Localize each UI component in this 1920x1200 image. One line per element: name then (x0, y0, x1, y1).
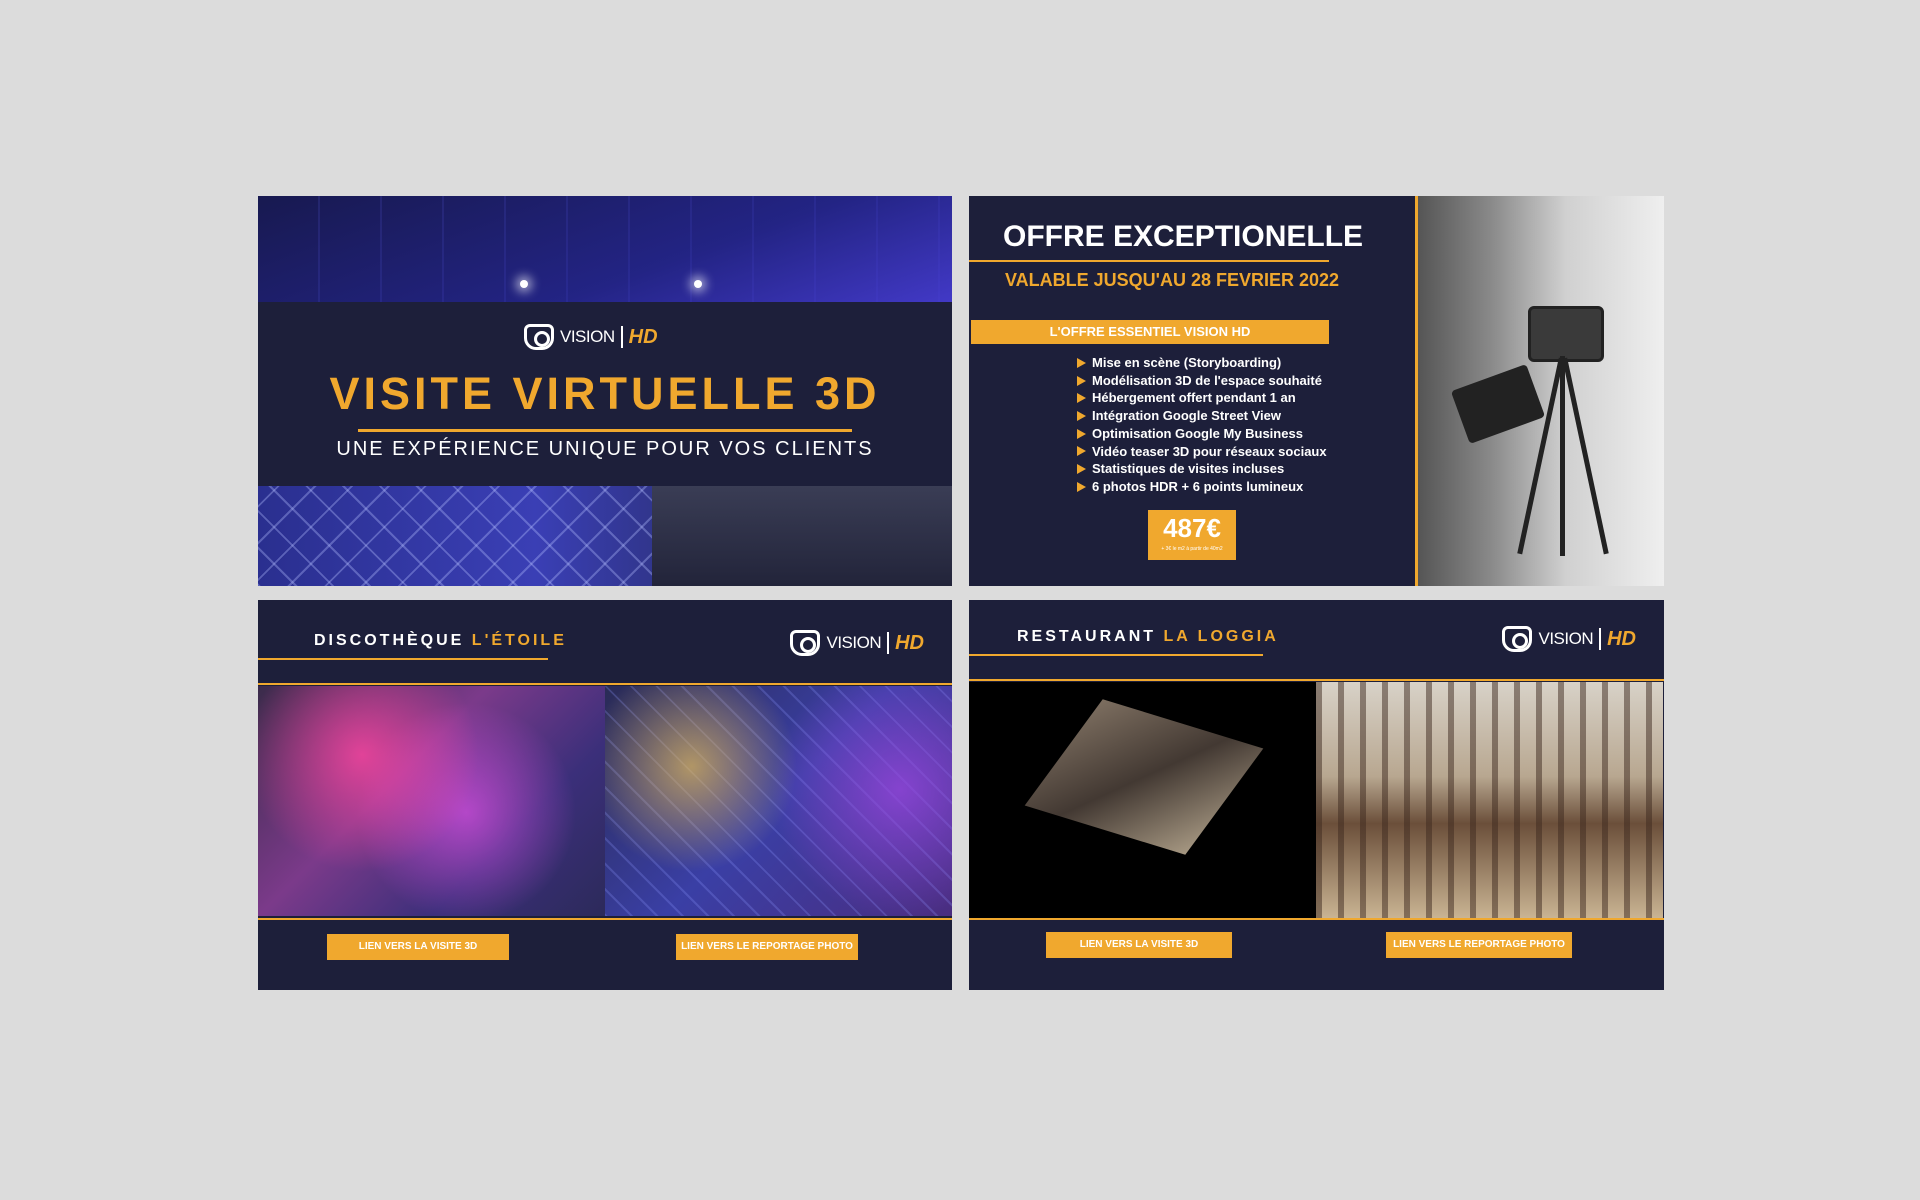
reportage-photo-button[interactable]: LIEN VERS LE REPORTAGE PHOTO (1386, 932, 1572, 958)
list-item: Intégration Google Street View (1077, 407, 1327, 425)
camera-photo (1418, 196, 1664, 586)
triangle-bullet-icon (1077, 357, 1086, 368)
slide-visite-virtuelle: VISION HD VISITE VIRTUELLE 3D UNE EXPÉRI… (258, 196, 952, 586)
ceiling-photo (258, 196, 952, 302)
slide-discotheque: DISCOTHÈQUE L'ÉTOILE VISION HD LIEN VERS… (258, 600, 952, 990)
list-item: Hébergement offert pendant 1 an (1077, 389, 1327, 407)
triangle-bullet-icon (1077, 481, 1086, 492)
slide-restaurant: RESTAURANT LA LOGGIA VISION HD LIEN VERS… (969, 600, 1664, 990)
page-subtitle: UNE EXPÉRIENCE UNIQUE POUR VOS CLIENTS (336, 438, 874, 460)
title-rule (358, 429, 852, 432)
triangle-bullet-icon (1077, 375, 1086, 386)
vision-hd-logo: VISION HD (790, 630, 924, 656)
venue-title: DISCOTHÈQUE L'ÉTOILE (314, 632, 567, 649)
triangle-bullet-icon (1077, 428, 1086, 439)
feature-list: Mise en scène (Storyboarding) Modélisati… (1077, 354, 1327, 496)
offer-validity: VALABLE JUSQU'AU 28 FEVRIER 2022 (1005, 270, 1340, 290)
slide-offre: OFFRE EXCEPTIONELLE VALABLE JUSQU'AU 28 … (969, 196, 1664, 586)
list-item: Mise en scène (Storyboarding) (1077, 354, 1327, 372)
venue-title: RESTAURANT LA LOGGIA (1017, 628, 1279, 645)
dollhouse-3d-model (969, 682, 1316, 918)
offer-label: L'OFFRE ESSENTIEL VISION HD (971, 320, 1329, 344)
club-lounge-photo (605, 686, 952, 916)
list-item: Vidéo teaser 3D pour réseaux sociaux (1077, 443, 1327, 461)
camera-icon (1502, 626, 1533, 652)
visite-3d-button[interactable]: LIEN VERS LA VISITE 3D (327, 934, 509, 960)
lounge-photo (258, 486, 952, 586)
triangle-bullet-icon (1077, 410, 1086, 421)
restaurant-bar-photo (1316, 682, 1663, 918)
camera-icon (790, 630, 821, 656)
triangle-bullet-icon (1077, 393, 1086, 404)
triangle-bullet-icon (1077, 446, 1086, 457)
club-bar-photo (258, 686, 605, 916)
page-title: VISITE VIRTUELLE 3D (329, 368, 881, 419)
visite-3d-button[interactable]: LIEN VERS LA VISITE 3D (1046, 932, 1232, 958)
price-badge: 487€ + 3€ le m2 à partir de 40m2 (1148, 510, 1236, 560)
list-item: Statistiques de visites incluses (1077, 460, 1327, 478)
reportage-photo-button[interactable]: LIEN VERS LE REPORTAGE PHOTO (676, 934, 858, 960)
triangle-bullet-icon (1077, 464, 1086, 475)
offer-title: OFFRE EXCEPTIONELLE (1003, 220, 1364, 253)
title-band: VISION HD VISITE VIRTUELLE 3D UNE EXPÉRI… (258, 302, 952, 486)
list-item: 6 photos HDR + 6 points lumineux (1077, 478, 1327, 496)
vision-hd-logo: VISION HD (1502, 626, 1636, 652)
camera-icon (524, 324, 554, 350)
vision-hd-logo: VISION HD (524, 324, 658, 350)
list-item: Modélisation 3D de l'espace souhaité (1077, 372, 1327, 390)
list-item: Optimisation Google My Business (1077, 425, 1327, 443)
